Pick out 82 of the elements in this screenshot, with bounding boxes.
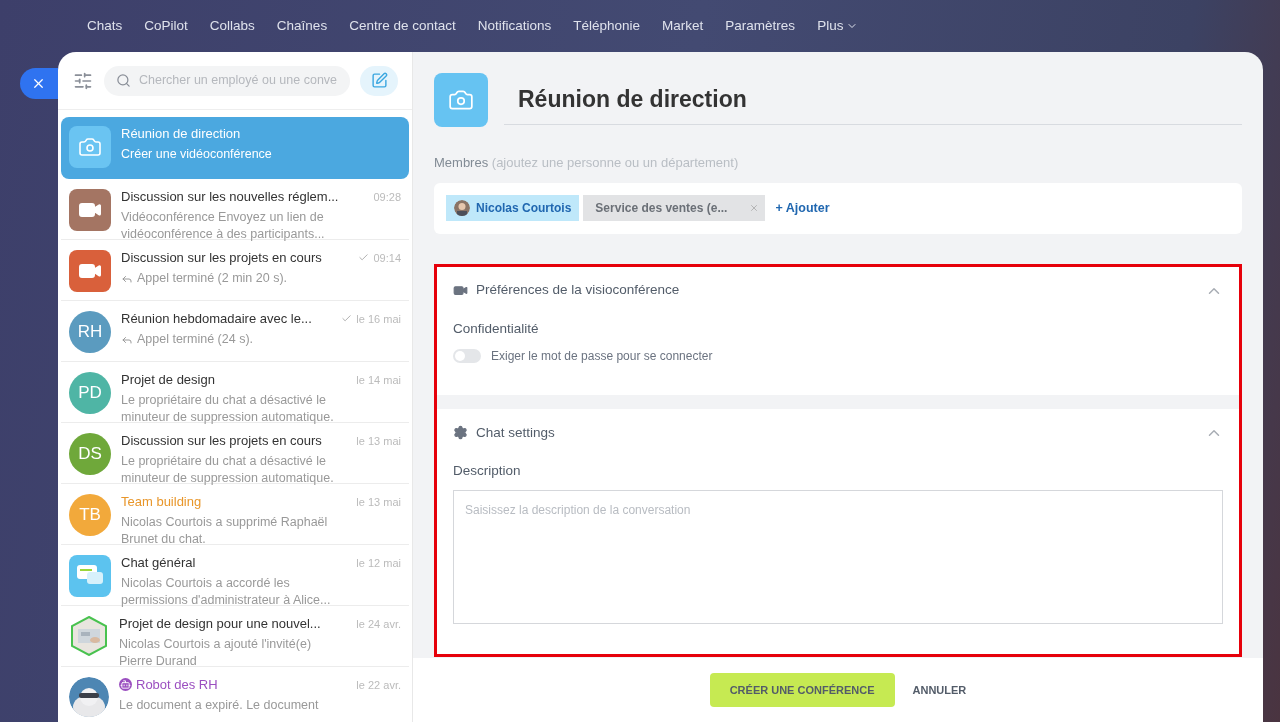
nav-link[interactable]: Téléphonie [573, 15, 641, 37]
chat-title: Réunion hebdomadaire avec le... [121, 310, 313, 328]
chat-time: le 12 mai [356, 555, 401, 571]
chat-bubbles-icon [69, 555, 111, 597]
chat-item[interactable]: Discussion sur les nouvelles réglem... 09:28 Vidéoconférence Envoyez un lien de vidéoconférence à des participants... [61, 180, 409, 240]
member-chip[interactable]: Nicolas Courtois [446, 195, 580, 221]
members-label: Membres (ajoutez une personne ou un département) [434, 154, 740, 172]
members-field[interactable]: Nicolas Courtois Service des ventes (e... + Ajouter [434, 182, 1242, 234]
compose-button[interactable] [360, 65, 398, 96]
search-input[interactable]: Chercher un employé ou une conve [139, 71, 338, 90]
initials-avatar: TB [69, 494, 111, 536]
chat-preview: Appel terminé (24 s). [137, 330, 254, 348]
chat-title: Team building [121, 493, 203, 511]
toggle-switch[interactable] [453, 348, 481, 363]
chat-preview: Vidéoconférence Envoyez un lien de vidéoconférence à des participants... [121, 208, 326, 243]
nav-link[interactable]: Chats [87, 15, 123, 37]
chat-time: le 22 avr. [356, 677, 401, 693]
avatar-icon [454, 200, 470, 216]
description-field[interactable]: Saisissez la description de la conversation [453, 490, 1223, 624]
chat-title: Chat général [121, 554, 197, 572]
camera-icon [78, 135, 102, 159]
remove-icon [749, 203, 760, 213]
compose-icon [370, 72, 388, 89]
department-chip[interactable]: Service des ventes (e... [583, 195, 766, 221]
toggle-label: Exiger le mot de passe pour se connecter [491, 347, 713, 365]
search-icon [116, 73, 131, 88]
chat-preview: Le propriétaire du chat a désactivé le minuteur de suppression automatique. [121, 452, 335, 487]
cancel-button[interactable]: ANNULER [912, 673, 967, 707]
chat-time: 09:28 [373, 189, 401, 205]
chat-preview: Nicolas Courtois a accordé les permissions d'administrateur à Alice... [121, 574, 332, 609]
close-button[interactable] [20, 68, 58, 99]
initials-avatar: PD [69, 372, 111, 414]
chat-preview: Le document a expiré. Le document [119, 696, 319, 714]
close-icon [31, 76, 46, 91]
chat-item[interactable]: RH Réunion hebdomadaire avec le... le 16 mai Appel terminé (24 s). [61, 302, 409, 362]
search-field[interactable]: Chercher un employé ou une conve [104, 65, 350, 96]
chat-time: le 16 mai [356, 311, 401, 327]
nav-link[interactable]: Market [662, 15, 704, 37]
chat-time: le 13 mai [356, 494, 401, 510]
create-button[interactable]: CRÉER UNE CONFÉRENCE [709, 673, 895, 707]
chat-item[interactable]: Chat général le 12 mai Nicolas Courtois a accordé les permissions d'administrateur à Alice... [61, 546, 409, 606]
chat-item[interactable]: Robot des RH le 22 avr. Le document a expiré. Le document [61, 668, 409, 722]
settings-icon [453, 425, 468, 441]
chat-preview: Créer une vidéoconférence [121, 145, 272, 163]
chat-preview: Nicolas Courtois a supprimé Raphaël Brunet du chat. [121, 513, 329, 548]
camera-icon [448, 87, 474, 113]
chat-title: Réunion de direction [121, 125, 242, 143]
chat-item[interactable]: PD Projet de design le 14 mai Le propriétaire du chat a désactivé le minuteur de suppression automatique. [61, 363, 409, 423]
chat-time: le 14 mai [356, 372, 401, 388]
nav-link[interactable]: Paramètres [725, 15, 796, 37]
title-field[interactable]: Réunion de direction [504, 75, 1242, 125]
camera-avatar[interactable] [434, 73, 488, 127]
nav-link[interactable]: CoPilot [144, 15, 188, 37]
field-label: Description [453, 461, 522, 480]
chat-preview: Le propriétaire du chat a désactivé le minuteur de suppression automatique. [121, 391, 335, 426]
nav-link[interactable]: Plus [817, 15, 859, 37]
chat-item[interactable]: Discussion sur les projets en cours 09:14 Appel terminé (2 min 20 s). [61, 241, 409, 301]
chat-title: Discussion sur les projets en cours [121, 249, 323, 267]
chat-title: Projet de design pour une nouvel... [119, 615, 322, 633]
section-title: Chat settings [476, 423, 556, 442]
nav-link[interactable]: Collabs [209, 15, 255, 37]
chat-title: Robot des RH [136, 676, 219, 694]
initials-avatar: DS [69, 433, 111, 475]
chat-time: le 24 avr. [356, 616, 401, 632]
section-title: Préférences de la visioconférence [476, 281, 681, 300]
chat-preview: Nicolas Courtois a ajouté l'invité(e) Pierre Durand [119, 635, 313, 670]
initials-avatar: RH [69, 311, 111, 353]
nav-link[interactable]: Notifications [477, 15, 552, 37]
chat-preview: Appel terminé (2 min 20 s). [137, 269, 288, 287]
filter-icon[interactable] [72, 70, 94, 91]
chat-title: Projet de design [121, 371, 216, 389]
chat-time: 09:14 [373, 250, 401, 266]
chat-item[interactable]: DS Discussion sur les projets en cours le 13 mai Le propriétaire du chat a désactivé le minuteur de suppression automatique. [61, 424, 409, 484]
field-label: Confidentialité [453, 319, 540, 338]
chat-title: Discussion sur les nouvelles réglem... [121, 188, 340, 206]
nav-link[interactable]: Centre de contact [349, 15, 456, 37]
chat-time: le 13 mai [356, 433, 401, 449]
add-member-link[interactable]: + Ajouter [775, 198, 830, 218]
chat-item[interactable]: Projet de design pour une nouvel... le 24 avr. Nicolas Courtois a ajouté l'invité(e) Pierre Durand [61, 607, 409, 667]
nav-link[interactable]: Chaînes [276, 15, 328, 37]
video-camera-icon [453, 283, 468, 298]
chat-title: Discussion sur les projets en cours [121, 432, 323, 450]
